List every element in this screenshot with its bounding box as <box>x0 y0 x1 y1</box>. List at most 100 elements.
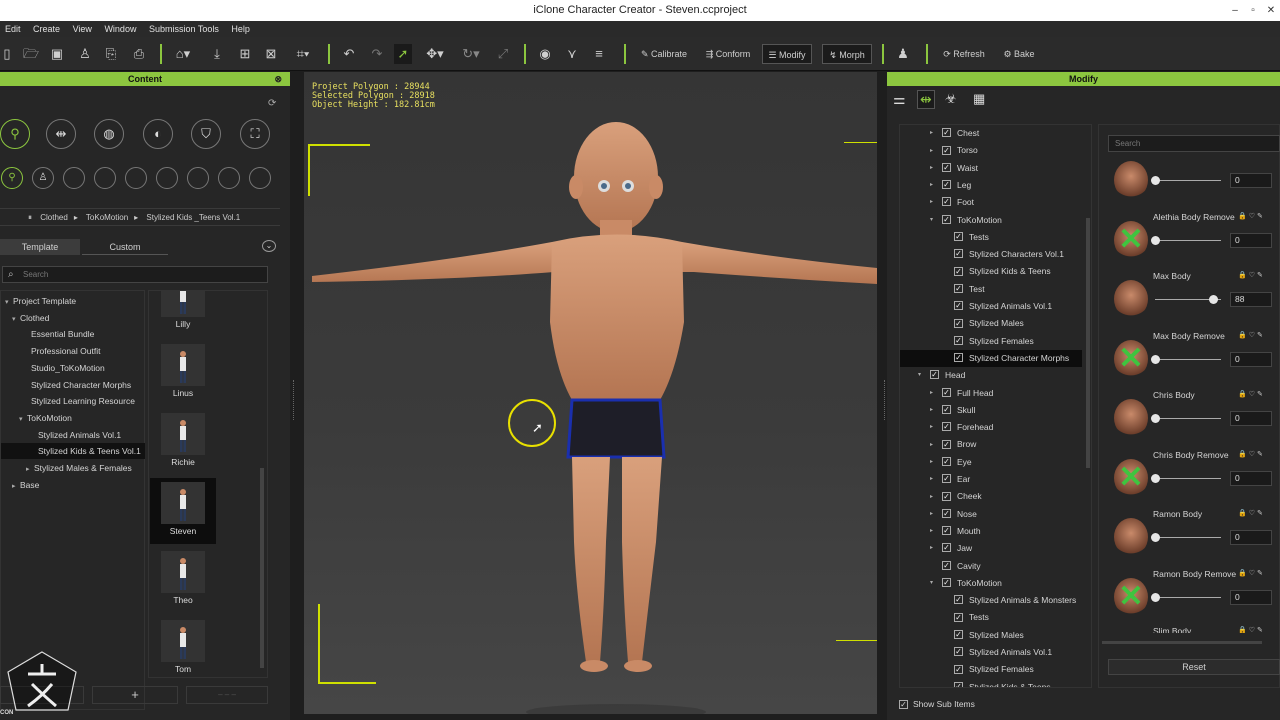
chevron-right-icon[interactable]: ▸ <box>26 462 34 478</box>
morph-tree-item[interactable]: ✓ Stylized Females <box>900 333 1082 350</box>
tree-item[interactable]: ▸ Stylized Males & Females <box>1 460 145 476</box>
morph-tools-icon[interactable]: 🔒♡✎ <box>1238 390 1265 398</box>
menu-edit[interactable]: Edit <box>0 21 26 37</box>
morph-slider-handle[interactable] <box>1151 592 1160 602</box>
chevron-right-icon[interactable]: ▸ <box>930 177 938 194</box>
right-splitter[interactable] <box>884 380 886 420</box>
modify-appearance-icon[interactable]: ☣ <box>945 91 957 107</box>
sub-category-slot-icon[interactable] <box>218 167 240 189</box>
morph-value-input[interactable]: 0 <box>1230 530 1272 545</box>
morph-tree-item[interactable]: ✓ Stylized Kids & Teens <box>900 263 1082 280</box>
morph-tree-item[interactable]: ▸ ✓ Ear <box>900 471 1082 488</box>
morph-tools-icon[interactable]: 🔒♡✎ <box>1238 450 1265 458</box>
character-thumbnail[interactable]: Richie <box>150 409 216 475</box>
morph-tree-item[interactable]: ✓ Stylized Animals & Monsters <box>900 592 1082 609</box>
morph-value-input[interactable]: 0 <box>1230 173 1272 188</box>
move-tool-icon[interactable]: ✥▾ <box>422 44 448 64</box>
menu-create[interactable]: Create <box>28 21 65 37</box>
breadcrumb-item[interactable]: Clothed <box>40 213 68 222</box>
chevron-right-icon[interactable]: ▸ <box>930 454 938 471</box>
category-cloth-icon[interactable]: ⛉ <box>191 119 221 149</box>
checkbox-icon[interactable]: ✓ <box>954 664 963 674</box>
morph-value-input[interactable]: 0 <box>1230 411 1272 426</box>
morph-tree-item[interactable]: ▸ ✓ Waist <box>900 160 1082 177</box>
refresh-content-icon[interactable]: ⟳ <box>268 98 276 109</box>
morph-tree-item[interactable]: ▸ ✓ Chest <box>900 125 1082 142</box>
character-thumbnail[interactable]: Steven <box>150 478 216 544</box>
minimize-button[interactable]: – <box>1226 0 1244 21</box>
morph-value-input[interactable]: 0 <box>1230 589 1272 605</box>
morph-tree-item[interactable]: ▸ ✓ Nose <box>900 506 1082 523</box>
morph-value-input[interactable]: 0 <box>1230 470 1272 486</box>
morph-slider-handle[interactable] <box>1151 533 1160 542</box>
morph-tree-item[interactable]: ▸ ✓ Mouth <box>900 523 1082 540</box>
checkbox-icon[interactable]: ✓ <box>942 405 951 415</box>
thumbnail-scrollbar[interactable] <box>260 468 264 668</box>
morph-tree-item[interactable]: ▸ ✓ Torso <box>900 142 1082 159</box>
menu-view[interactable]: View <box>68 21 97 37</box>
tree-item[interactable]: Professional Outfit <box>1 343 145 359</box>
morph-value-input[interactable]: 0 <box>1230 351 1272 367</box>
morph-tree-item[interactable]: ▸ ✓ Jaw <box>900 540 1082 557</box>
checkbox-icon[interactable]: ✓ <box>954 335 963 345</box>
checkbox-icon[interactable]: ✓ <box>954 353 963 363</box>
modify-sliders-icon[interactable]: ⚌ <box>893 91 906 108</box>
morph-slider-handle[interactable] <box>1151 414 1160 423</box>
reset-button[interactable]: Reset <box>1108 659 1280 675</box>
checkbox-icon[interactable]: ✓ <box>942 560 951 570</box>
export-icon[interactable]: ⎘ <box>102 44 120 64</box>
tree-item[interactable]: Stylized Character Morphs <box>1 377 145 393</box>
character-icon[interactable]: ♟ <box>894 44 912 64</box>
menu-window[interactable]: Window <box>99 21 141 37</box>
morph-tree-item[interactable]: ▸ ✓ Eye <box>900 454 1082 471</box>
morph-tree-item[interactable]: ▸ ✓ Brow <box>900 436 1082 453</box>
morph-tree-item[interactable]: ✓ Stylized Animals Vol.1 <box>900 298 1082 315</box>
checkbox-icon[interactable]: ✓ <box>954 249 963 259</box>
checkbox-icon[interactable]: ✓ <box>942 422 951 432</box>
checkbox-icon[interactable]: ✓ <box>954 301 963 311</box>
morph-value-input[interactable]: 88 <box>1230 292 1272 307</box>
morph-h-scrollbar[interactable] <box>1102 641 1262 644</box>
conform-button[interactable]: ⇶ Conform <box>700 44 756 64</box>
chevron-right-icon[interactable]: ▸ <box>930 143 938 160</box>
wireframe-icon[interactable]: ⋎ <box>563 44 581 64</box>
morph-tree-item[interactable]: ▸ ✓ Leg <box>900 177 1082 194</box>
mesh-icon[interactable]: ≡ <box>590 44 608 64</box>
morph-tree-item[interactable]: ✓ Stylized Females <box>900 661 1082 678</box>
chevron-down-icon[interactable]: ▾ <box>930 212 938 229</box>
rotate-tool-icon[interactable]: ↻▾ <box>458 44 484 64</box>
chevron-right-icon[interactable]: ▸ <box>930 385 938 402</box>
morph-tree-item[interactable]: ▾ ✓ ToKoMotion <box>900 575 1082 592</box>
menu-help[interactable]: Help <box>226 21 255 37</box>
modify-button[interactable]: ☰ Modify <box>762 44 812 64</box>
checkbox-icon[interactable]: ✓ <box>954 318 963 328</box>
checkbox-icon[interactable]: ✓ <box>942 543 951 553</box>
character-thumbnail[interactable]: Tom <box>150 616 216 677</box>
chevron-right-icon[interactable]: ▸ <box>930 506 938 523</box>
morph-tools-icon[interactable]: 🔒♡✎ <box>1238 331 1265 339</box>
sub-category-slot-icon[interactable] <box>156 167 178 189</box>
morph-slider-handle[interactable] <box>1151 176 1160 185</box>
tree-item[interactable]: Stylized Animals Vol.1 <box>1 427 145 443</box>
add-content-button[interactable]: + <box>92 686 178 704</box>
morph-tree-item[interactable]: ✓ Stylized Males <box>900 627 1082 644</box>
checkbox-icon[interactable]: ✓ <box>954 232 963 242</box>
tree-item[interactable]: ▸ Base <box>1 477 145 493</box>
show-sub-items-checkbox[interactable]: ✓ Show Sub Items <box>899 697 975 711</box>
sub-category-clothed-icon[interactable]: ⚲ <box>1 167 23 189</box>
category-morph-icon[interactable]: ⇹ <box>46 119 76 149</box>
modify-morph-icon[interactable]: ⇹ <box>917 90 935 109</box>
checkbox-icon[interactable]: ✓ <box>954 647 963 657</box>
content-search-input[interactable]: ⌕ Search <box>2 266 268 283</box>
morph-tree-item[interactable]: ▸ ✓ Forehead <box>900 419 1082 436</box>
morph-tools-icon[interactable]: 🔒♡✎ <box>1238 271 1265 279</box>
scale-tool-icon[interactable]: ⤢ <box>494 44 512 64</box>
checkbox-icon[interactable]: ✓ <box>942 491 951 501</box>
render-icon[interactable]: ⎙ <box>130 44 148 64</box>
sub-category-slot-icon[interactable] <box>63 167 85 189</box>
tree-item[interactable]: Studio_ToKoMotion <box>1 360 145 376</box>
undo-icon[interactable]: ↶ <box>340 44 358 64</box>
close-button[interactable]: ✕ <box>1262 0 1280 21</box>
chevron-down-icon[interactable]: ▾ <box>12 312 20 328</box>
morph-tree-item[interactable]: ✓ Stylized Kids & Teens <box>900 679 1082 687</box>
